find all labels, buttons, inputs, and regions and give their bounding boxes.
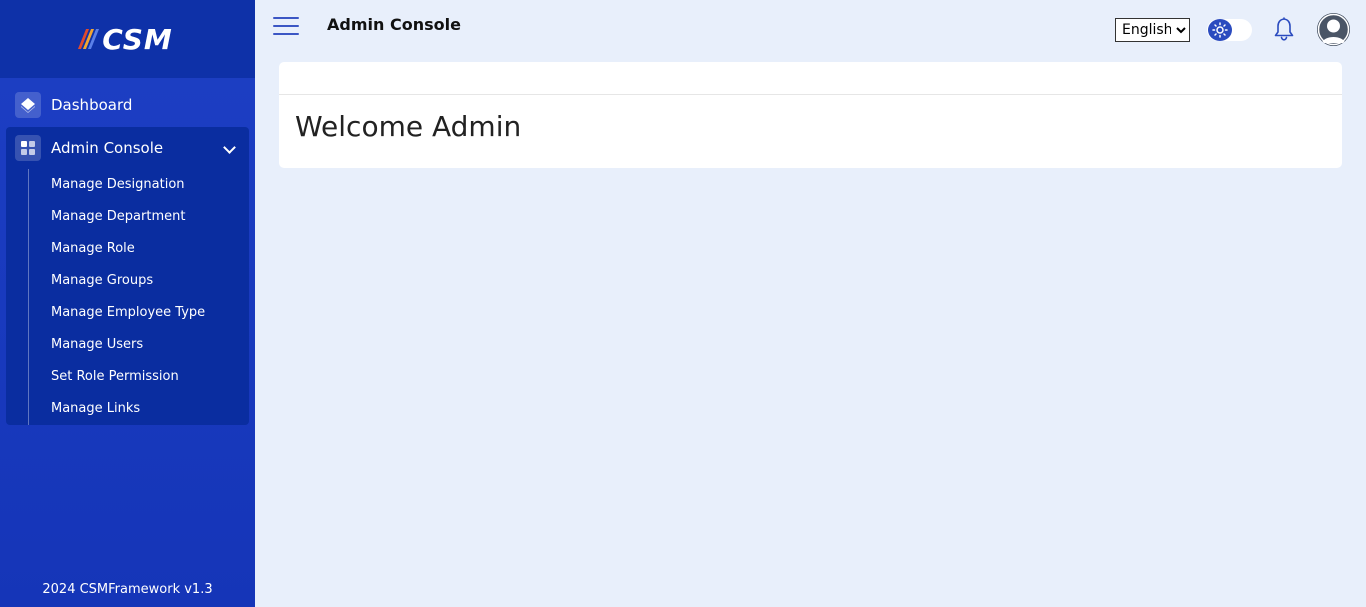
sidebar-item-manage-role[interactable]: Manage Role <box>29 233 205 265</box>
logo-text: CSM <box>102 22 173 56</box>
sidebar: CSM Dashboard Admin Console Manage Desig… <box>0 0 255 607</box>
sidebar-item-manage-users[interactable]: Manage Users <box>29 329 205 361</box>
sidebar-item-manage-links[interactable]: Manage Links <box>29 393 205 425</box>
sidebar-item-manage-employee-type[interactable]: Manage Employee Type <box>29 297 205 329</box>
grid-icon <box>15 135 41 161</box>
sidebar-item-label: Dashboard <box>51 96 133 114</box>
sidebar-item-label: Admin Console <box>51 139 164 157</box>
sidebar-item-set-role-permission[interactable]: Set Role Permission <box>29 361 205 393</box>
admin-submenu: Manage Designation Manage Department Man… <box>28 169 205 425</box>
sun-icon <box>1208 19 1232 41</box>
welcome-card: Welcome Admin <box>279 62 1342 168</box>
logo-area: CSM <box>0 0 255 78</box>
avatar[interactable] <box>1317 13 1350 46</box>
sidebar-group-admin-console: Admin Console Manage Designation Manage … <box>6 127 249 425</box>
theme-toggle[interactable] <box>1207 19 1252 41</box>
sidebar-footer: 2024 CSMFramework v1.3 <box>42 582 213 597</box>
language-select[interactable]: English <box>1115 18 1190 42</box>
dashboard-icon <box>15 92 41 118</box>
bell-icon[interactable] <box>1272 16 1296 42</box>
logo-stripes <box>78 29 100 49</box>
page-title: Admin Console <box>327 15 461 34</box>
sidebar-item-manage-groups[interactable]: Manage Groups <box>29 265 205 297</box>
menu-toggle-icon[interactable] <box>273 17 299 35</box>
sidebar-item-dashboard[interactable]: Dashboard <box>6 86 249 124</box>
chevron-down-icon[interactable] <box>223 141 236 154</box>
welcome-heading: Welcome Admin <box>295 110 522 143</box>
logo[interactable]: CSM <box>78 22 173 56</box>
topbar: Admin Console English <box>255 0 1366 54</box>
sidebar-item-manage-department[interactable]: Manage Department <box>29 201 205 233</box>
sidebar-item-admin-console[interactable]: Admin Console <box>6 133 249 163</box>
sidebar-item-manage-designation[interactable]: Manage Designation <box>29 169 205 201</box>
card-divider <box>279 94 1342 95</box>
